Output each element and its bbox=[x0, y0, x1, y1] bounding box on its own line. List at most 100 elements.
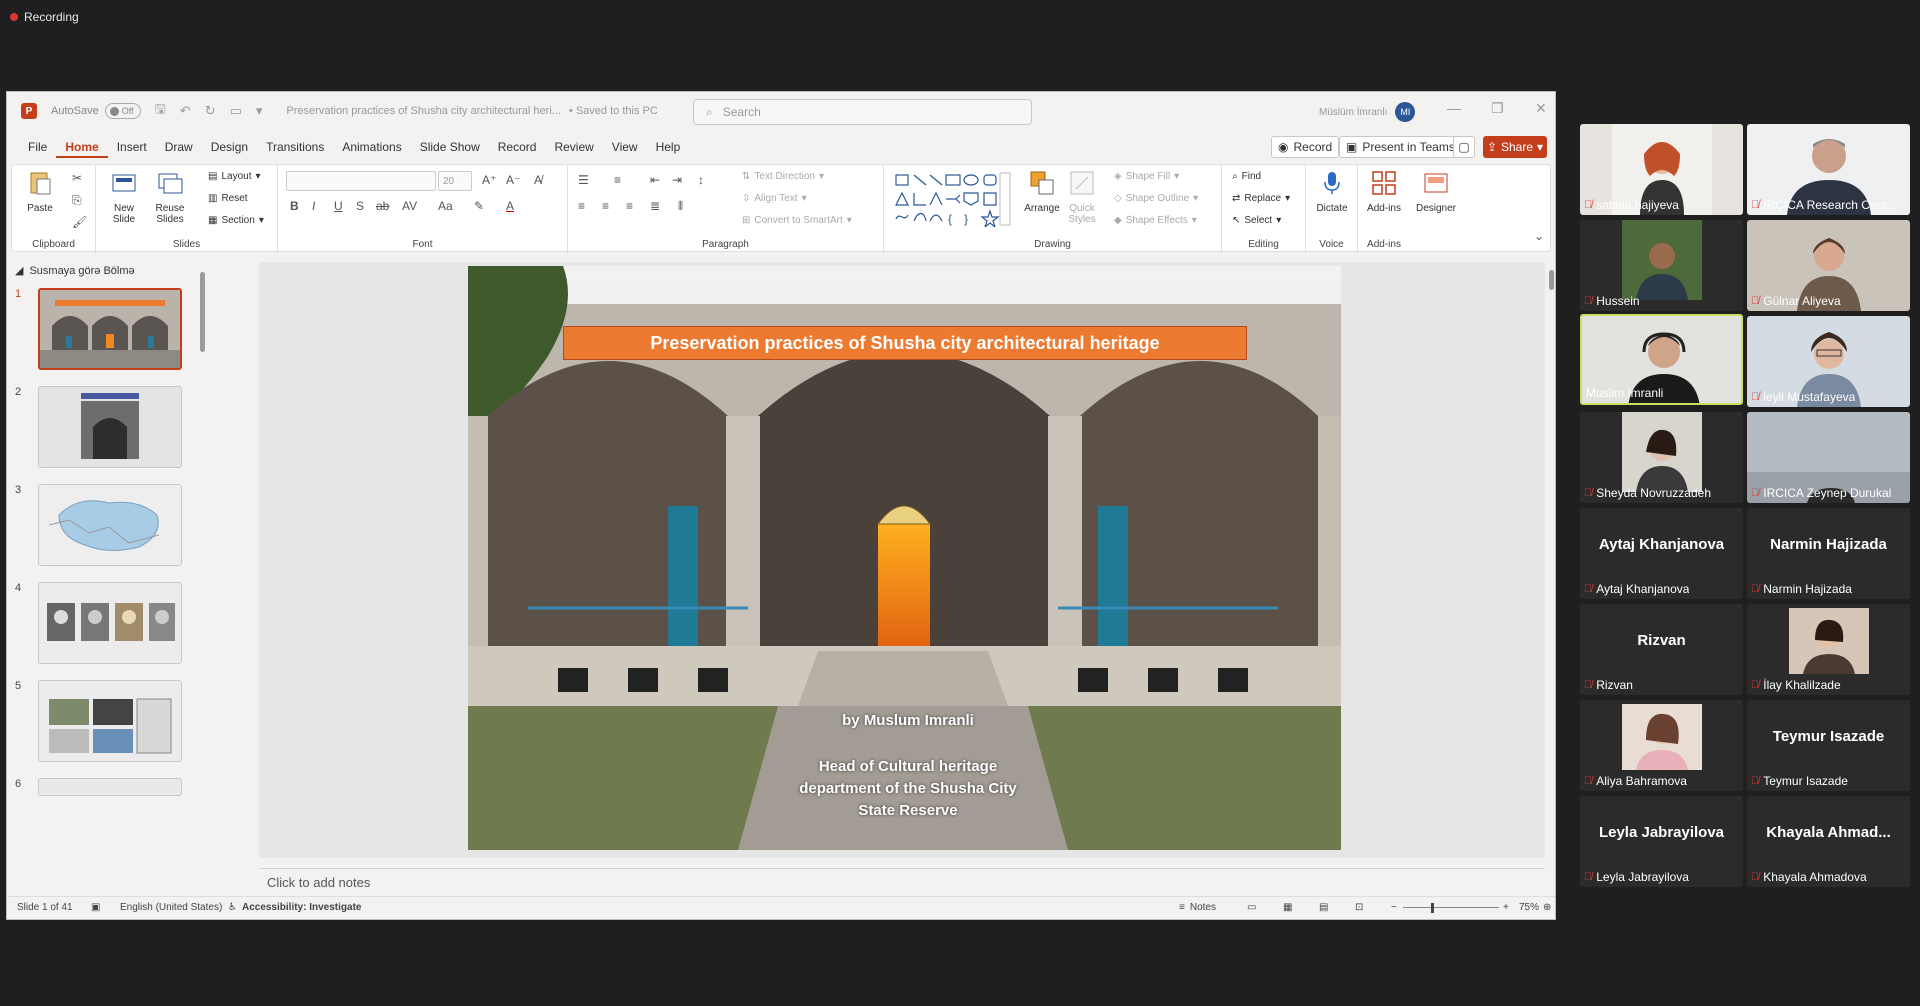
tab-slide-show[interactable]: Slide Show bbox=[411, 140, 489, 158]
collapse-ribbon-icon[interactable]: ⌄ bbox=[1534, 229, 1544, 243]
increase-indent-icon[interactable]: ⇥ bbox=[672, 173, 682, 187]
notes-toggle[interactable]: ≡ Notes bbox=[1179, 902, 1216, 913]
close-icon[interactable]: ✕ bbox=[1535, 100, 1547, 117]
participant-tile[interactable]: 🎙̸ IRCICA Research Cent... bbox=[1747, 124, 1910, 215]
columns-icon[interactable]: ⫴ bbox=[678, 199, 683, 214]
fit-slide-icon[interactable]: ⊕ bbox=[1543, 902, 1551, 913]
accessibility-status[interactable]: ♿ Accessibility: Investigate bbox=[228, 902, 361, 913]
comments-button[interactable]: ▢ bbox=[1453, 136, 1475, 158]
tab-animations[interactable]: Animations bbox=[333, 140, 410, 158]
save-icon[interactable]: 🖫 bbox=[155, 100, 166, 122]
present-in-teams-button[interactable]: ▣ Present in Teams bbox=[1339, 136, 1462, 158]
font-size-dropdown[interactable]: 20 bbox=[438, 171, 472, 191]
participant-tile[interactable]: Narmin Hajizada 🎙̸ Narmin Hajizada bbox=[1747, 508, 1910, 599]
format-painter-icon[interactable]: 🖌 bbox=[72, 215, 87, 229]
zoom-out-icon[interactable]: − bbox=[1391, 902, 1397, 913]
bullets-icon[interactable]: ☰ bbox=[578, 173, 589, 187]
bold-icon[interactable]: B bbox=[290, 199, 299, 213]
participant-tile[interactable]: 🎙̸ IRCICA Zeynep Durukal bbox=[1747, 412, 1910, 503]
slide-thumbnail-6[interactable] bbox=[38, 778, 182, 796]
participant-tile[interactable]: Rizvan 🎙̸ Rizvan bbox=[1580, 604, 1743, 695]
zoom-slider-thumb[interactable] bbox=[1431, 903, 1434, 913]
slide-role-line-3[interactable]: State Reserve bbox=[668, 800, 1148, 822]
participant-tile[interactable]: Aytaj Khanjanova 🎙̸ Aytaj Khanjanova bbox=[1580, 508, 1743, 599]
decrease-font-icon[interactable]: A⁻ bbox=[506, 173, 520, 187]
zoom-level[interactable]: 75% bbox=[1519, 902, 1539, 913]
thumbnail-scrollbar[interactable] bbox=[199, 264, 207, 892]
new-slide-button[interactable]: New Slide bbox=[102, 169, 146, 225]
participant-tile[interactable]: 🎙̸ Hussein bbox=[1580, 220, 1743, 311]
paste-button[interactable]: Paste bbox=[18, 169, 62, 214]
tab-design[interactable]: Design bbox=[202, 140, 257, 158]
participant-tile[interactable]: 🎙̸ Sheyda Novruzzadeh bbox=[1580, 412, 1743, 503]
zoom-in-icon[interactable]: + bbox=[1503, 902, 1509, 913]
search-box[interactable]: ⌕ Search bbox=[693, 99, 1032, 125]
slide-author[interactable]: by Muslum Imranli bbox=[668, 710, 1148, 732]
participant-tile[interactable]: Teymur Isazade 🎙̸ Teymur Isazade bbox=[1747, 700, 1910, 791]
participant-tile[interactable]: Leyla Jabrayilova 🎙̸ Leyla Jabrayilova bbox=[1580, 796, 1743, 887]
editor-scrollbar[interactable] bbox=[1547, 262, 1555, 858]
slide-thumbnail-2[interactable] bbox=[38, 386, 182, 468]
share-button[interactable]: ⇪ Share ▾ bbox=[1483, 136, 1547, 158]
slide-title[interactable]: Preservation practices of Shusha city ar… bbox=[563, 326, 1247, 360]
minimize-icon[interactable]: — bbox=[1447, 100, 1461, 116]
dictate-button[interactable]: Dictate bbox=[1310, 169, 1354, 214]
tab-file[interactable]: File bbox=[19, 140, 56, 158]
autosave-control[interactable]: AutoSave Off bbox=[51, 103, 141, 119]
reset-button[interactable]: ▥ Reset bbox=[208, 193, 248, 204]
section-button[interactable]: ▦ Section ▾ bbox=[208, 215, 264, 226]
clear-formatting-icon[interactable]: A̸ bbox=[534, 173, 542, 187]
participant-tile[interactable]: 🎙̸ İlay Khalilzade bbox=[1747, 604, 1910, 695]
saved-state[interactable]: • Saved to this PC bbox=[569, 105, 658, 117]
justify-icon[interactable]: ≣ bbox=[650, 199, 660, 213]
cut-icon[interactable]: ✂ bbox=[72, 171, 82, 185]
select-button[interactable]: ↖ Select ▾ bbox=[1232, 215, 1281, 226]
thumbnail-scroll-thumb[interactable] bbox=[200, 272, 205, 352]
participant-tile[interactable]: Khayala Ahmad... 🎙̸ Khayala Ahmadova bbox=[1747, 796, 1910, 887]
numbering-icon[interactable]: ≡ bbox=[614, 173, 621, 187]
strikethrough-icon[interactable]: ab bbox=[376, 199, 389, 213]
underline-icon[interactable]: U bbox=[334, 199, 343, 213]
slideshow-view-icon[interactable]: ⊡ bbox=[1355, 902, 1363, 913]
decrease-indent-icon[interactable]: ⇤ bbox=[650, 173, 660, 187]
normal-view-icon[interactable]: ▭ bbox=[1247, 902, 1256, 913]
notes-pane[interactable]: Click to add notes bbox=[259, 868, 1545, 896]
redo-icon[interactable]: ↻ bbox=[205, 103, 216, 119]
align-center-icon[interactable]: ≡ bbox=[602, 199, 609, 213]
participant-tile[interactable]: 🎙̸ Gülnar Aliyeva bbox=[1747, 220, 1910, 311]
participant-tile[interactable]: 🎙̸ sabina.hajiyeva bbox=[1580, 124, 1743, 215]
document-title[interactable]: Preservation practices of Shusha city ar… bbox=[286, 105, 561, 117]
tab-record[interactable]: Record bbox=[489, 140, 546, 158]
restore-icon[interactable]: ❐ bbox=[1491, 100, 1504, 117]
convert-smartart-button[interactable]: ⊞ Convert to SmartArt ▾ bbox=[742, 215, 852, 226]
slide-thumbnail-4[interactable] bbox=[38, 582, 182, 664]
zoom-slider[interactable] bbox=[1403, 907, 1499, 908]
participant-tile-speaking[interactable]: Muslim Imranli bbox=[1580, 314, 1743, 405]
find-button[interactable]: ⌕ Find bbox=[1232, 171, 1261, 182]
shapes-gallery[interactable]: {} bbox=[894, 171, 1012, 227]
language-indicator[interactable]: English (United States) bbox=[120, 902, 222, 913]
increase-font-icon[interactable]: A⁺ bbox=[482, 173, 496, 187]
arrange-button[interactable]: Arrange bbox=[1020, 169, 1064, 214]
tab-draw[interactable]: Draw bbox=[156, 140, 202, 158]
copy-icon[interactable]: ⎘ bbox=[72, 193, 82, 208]
slide-thumbnail-1[interactable] bbox=[38, 288, 182, 370]
participant-tile[interactable]: 🎙̸ leyli Mustafayeva bbox=[1747, 316, 1910, 407]
addins-button[interactable]: Add-ins bbox=[1362, 169, 1406, 214]
current-slide[interactable]: Preservation practices of Shusha city ar… bbox=[468, 266, 1341, 850]
slide-role-line-2[interactable]: department of the Shusha City bbox=[668, 778, 1148, 800]
user-account[interactable]: Müslüm İmranlı MI bbox=[1319, 102, 1416, 122]
customize-toolbar-icon[interactable]: ▾ bbox=[256, 103, 263, 119]
present-from-start-icon[interactable]: ▭ bbox=[230, 103, 242, 119]
tab-insert[interactable]: Insert bbox=[108, 140, 156, 158]
reading-view-icon[interactable]: ▤ bbox=[1319, 902, 1328, 913]
align-text-button[interactable]: ⇳ Align Text ▾ bbox=[742, 193, 807, 204]
replace-button[interactable]: ⇄ Replace ▾ bbox=[1232, 193, 1290, 204]
shape-effects-button[interactable]: ◆ Shape Effects ▾ bbox=[1114, 215, 1197, 226]
quick-styles-button[interactable]: Quick Styles bbox=[1060, 169, 1104, 225]
highlight-icon[interactable]: ✎ bbox=[474, 199, 484, 213]
tab-home[interactable]: Home bbox=[56, 140, 108, 158]
shape-fill-button[interactable]: ◈ Shape Fill ▾ bbox=[1114, 171, 1179, 182]
slide-role-line-1[interactable]: Head of Cultural heritage bbox=[668, 756, 1148, 778]
record-button[interactable]: ◉ Record bbox=[1271, 136, 1340, 158]
